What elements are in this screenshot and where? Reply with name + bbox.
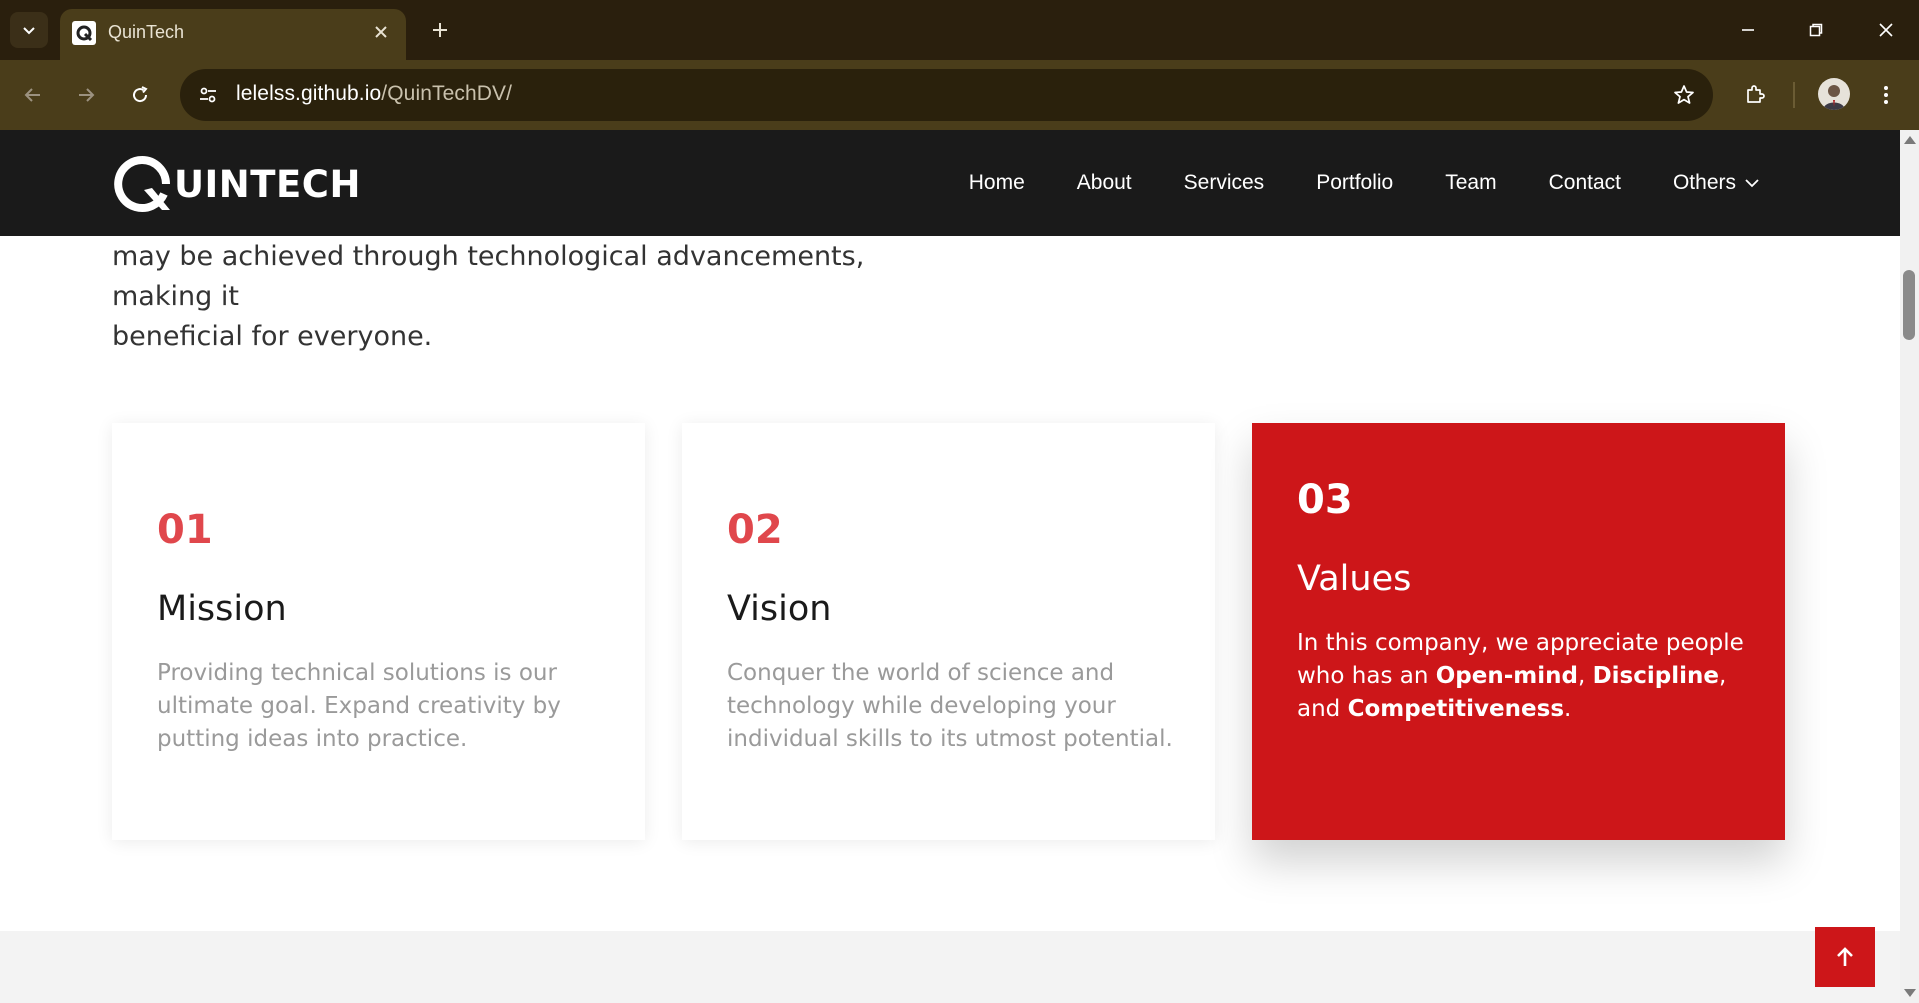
restore-icon xyxy=(1809,23,1823,37)
reload-button[interactable] xyxy=(122,77,158,113)
card-description: Providing technical solutions is our ult… xyxy=(157,660,561,752)
card-number: 03 xyxy=(1297,477,1353,523)
desc-strong-open-mind: Open-mind xyxy=(1435,663,1578,689)
browser-tab[interactable]: QuinTech xyxy=(60,9,406,60)
address-bar[interactable]: lelelss.github.io/QuinTechDV/ xyxy=(180,69,1713,121)
close-icon xyxy=(375,26,387,38)
nav-home[interactable]: Home xyxy=(969,171,1025,195)
logo-q-mark xyxy=(112,154,172,214)
scrollbar-thumb[interactable] xyxy=(1903,270,1915,340)
desc-text: , xyxy=(1577,663,1593,689)
restore-button[interactable] xyxy=(1792,10,1840,50)
site-header: UINTECH Home About Services Portfolio Te… xyxy=(0,130,1900,236)
intro-line-2: beneficial for everyone. xyxy=(112,321,433,352)
card-title: Mission xyxy=(157,589,287,629)
close-window-button[interactable] xyxy=(1862,10,1910,50)
page-viewport: UINTECH Home About Services Portfolio Te… xyxy=(0,130,1900,1003)
forward-icon xyxy=(79,88,95,102)
profile-avatar[interactable] xyxy=(1818,78,1850,110)
scroll-down-arrow[interactable] xyxy=(1904,989,1916,997)
bookmark-button[interactable] xyxy=(1669,80,1699,110)
next-section xyxy=(0,931,1900,1003)
site-favicon-icon xyxy=(72,21,96,45)
card-title: Vision xyxy=(727,589,832,629)
scroll-up-arrow[interactable] xyxy=(1904,136,1916,144)
card-number: 02 xyxy=(727,507,783,553)
star-icon xyxy=(1674,85,1694,104)
browser-tab-bar: QuinTech xyxy=(0,0,1919,60)
minimize-icon xyxy=(1742,29,1754,31)
back-icon xyxy=(24,88,40,102)
reload-icon xyxy=(133,86,148,103)
card-description: In this company, we appreciate people wh… xyxy=(1297,627,1747,726)
intro-line-1: may be achieved through technological ad… xyxy=(112,241,865,312)
url-text: lelelss.github.io/QuinTechDV/ xyxy=(236,82,512,106)
extensions-icon xyxy=(1747,85,1765,103)
card-title: Values xyxy=(1297,559,1412,599)
site-logo[interactable]: UINTECH xyxy=(112,154,361,214)
desc-text: . xyxy=(1564,696,1572,722)
nav-others-dropdown[interactable]: Others xyxy=(1673,171,1760,195)
tab-list-icon xyxy=(23,27,35,35)
back-button[interactable] xyxy=(15,77,51,113)
logo-text: UINTECH xyxy=(174,162,361,206)
new-tab-button[interactable] xyxy=(424,14,456,46)
url-host: lelelss.github.io xyxy=(236,82,382,105)
nav-others-label: Others xyxy=(1672,171,1736,194)
page-scrollbar[interactable] xyxy=(1900,130,1919,1003)
card-number: 01 xyxy=(157,507,213,553)
nav-team[interactable]: Team xyxy=(1445,171,1496,195)
back-to-top-button[interactable] xyxy=(1815,927,1875,987)
tab-list-button[interactable] xyxy=(10,12,48,48)
chevron-down-icon xyxy=(1744,177,1760,189)
browser-toolbar: lelelss.github.io/QuinTechDV/ xyxy=(0,60,1919,130)
menu-icon xyxy=(1884,86,1888,104)
tab-title: QuinTech xyxy=(108,22,185,42)
desc-strong-competitiveness: Competitiveness xyxy=(1347,696,1565,722)
site-info-button[interactable] xyxy=(192,79,224,111)
nav-portfolio[interactable]: Portfolio xyxy=(1316,171,1393,195)
about-intro-text: may be achieved through technological ad… xyxy=(112,237,972,357)
url-path: /QuinTechDV/ xyxy=(381,82,513,105)
arrow-up-icon xyxy=(1837,947,1853,966)
card-description: Conquer the world of science and technol… xyxy=(727,660,1173,752)
desc-strong-discipline: Discipline xyxy=(1592,663,1719,689)
chrome-menu-button[interactable] xyxy=(1868,77,1904,113)
nav-contact[interactable]: Contact xyxy=(1549,171,1621,195)
nav-services[interactable]: Services xyxy=(1184,171,1265,195)
extensions-button[interactable] xyxy=(1737,77,1773,113)
forward-button[interactable] xyxy=(68,77,104,113)
values-card: 03 Values In this company, we appreciate… xyxy=(1252,423,1785,840)
plus-icon xyxy=(433,23,447,37)
main-nav: Home About Services Portfolio Team Conta… xyxy=(917,130,1760,236)
close-tab-button[interactable] xyxy=(368,19,394,45)
toolbar-separator xyxy=(1793,82,1795,108)
nav-about[interactable]: About xyxy=(1077,171,1132,195)
site-info-icon xyxy=(200,87,216,103)
vision-card: 02 Vision Conquer the world of science a… xyxy=(682,423,1215,840)
minimize-button[interactable] xyxy=(1724,10,1772,50)
close-icon xyxy=(1879,23,1893,37)
mission-card: 01 Mission Providing technical solutions… xyxy=(112,423,645,840)
